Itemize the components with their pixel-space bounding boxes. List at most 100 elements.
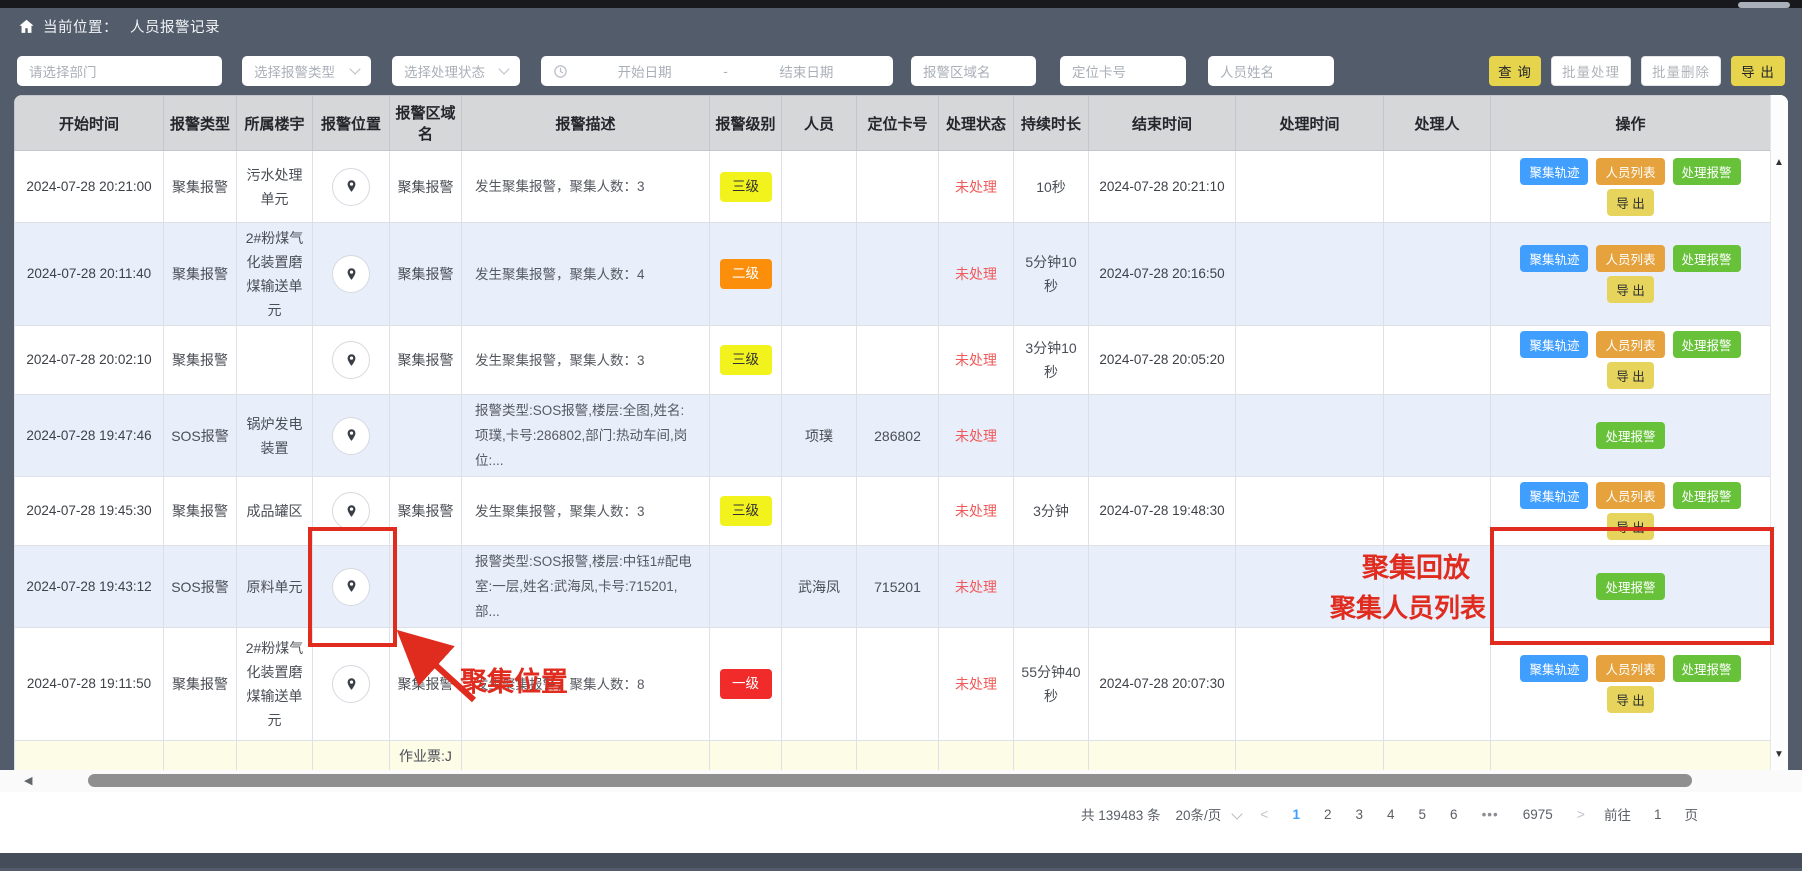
next-page-button[interactable]: > — [1573, 806, 1589, 822]
handle-status-select[interactable]: 选择处理状态 — [392, 56, 520, 86]
track-action-button[interactable]: 聚集轨迹 — [1520, 482, 1588, 509]
cell-handler — [1384, 326, 1491, 395]
goto-prefix: 前往 — [1604, 804, 1631, 824]
cell-building: 原料单元 — [237, 546, 313, 628]
cell-handle-status: 未处理 — [939, 223, 1014, 326]
area-name-input[interactable]: 报警区域名 — [911, 56, 1036, 86]
handle-action-button[interactable]: 处理报警 — [1673, 158, 1741, 185]
cell-card-number — [857, 326, 939, 395]
filter-bar: 请选择部门 选择报警类型 选择处理状态 开始日期 - 结束日期 报警区域名 定位… — [17, 56, 1785, 86]
cell-start-time: 2024-07-28 18:52:40 — [15, 741, 164, 771]
horizontal-scrollbar-thumb[interactable] — [88, 774, 1692, 787]
scroll-left-icon[interactable]: ◀ — [24, 774, 32, 787]
table-row: 2024-07-28 19:45:30聚集报警成品罐区聚集报警发生聚集报警，聚集… — [15, 477, 1771, 546]
cell-alarm-location — [313, 477, 390, 546]
query-button[interactable]: 查 询 — [1489, 56, 1541, 86]
home-icon[interactable] — [18, 18, 35, 35]
department-input[interactable]: 请选择部门 — [17, 56, 222, 86]
page-number-5[interactable]: 5 — [1414, 807, 1432, 822]
scroll-down-icon[interactable]: ▼ — [1774, 749, 1784, 760]
track-action-button[interactable]: 聚集轨迹 — [1520, 331, 1588, 358]
cell-handle-time — [1236, 326, 1384, 395]
prev-page-button[interactable]: < — [1256, 806, 1272, 822]
handle-action-button[interactable]: 处理报警 — [1673, 482, 1741, 509]
person-name-input[interactable]: 人员姓名 — [1208, 56, 1334, 86]
handle-action-button[interactable]: 处理报警 — [1596, 422, 1664, 449]
page-number-3[interactable]: 3 — [1351, 807, 1369, 822]
cell-card-number: 715201 — [857, 546, 939, 628]
table-row: 2024-07-28 18:52:40超员报警合成水处理单元作业票:JGJXN2… — [15, 741, 1771, 771]
export-action-button[interactable]: 导 出 — [1607, 513, 1653, 540]
export-action-button[interactable]: 导 出 — [1607, 362, 1653, 389]
cell-actions: 聚集轨迹人员列表处理报警导 出 — [1491, 223, 1771, 326]
scroll-up-icon[interactable]: ▲ — [1774, 157, 1784, 168]
cell-building: 成品罐区 — [237, 477, 313, 546]
vertical-scrollbar[interactable]: ▲ ▼ — [1770, 95, 1788, 770]
cell-alarm-desc: 报警类型:超员报警,楼层:全图,报警区域名:作业票:JGJXN202407280… — [462, 741, 710, 771]
cell-person — [782, 223, 857, 326]
department-placeholder: 请选择部门 — [29, 61, 97, 81]
handle-action-button[interactable]: 处理报警 — [1596, 573, 1664, 600]
page-number-6[interactable]: 6 — [1445, 807, 1463, 822]
cell-actions: 聚集轨迹人员列表处理报警导 出 — [1491, 477, 1771, 546]
cell-alarm-level — [710, 395, 782, 477]
cell-building: 锅炉发电装置 — [237, 395, 313, 477]
list-action-button[interactable]: 人员列表 — [1596, 245, 1664, 272]
table-row: 2024-07-28 20:02:10聚集报警聚集报警发生聚集报警，聚集人数：3… — [15, 326, 1771, 395]
cell-area-name: 聚集报警 — [390, 477, 462, 546]
cell-handle-time — [1236, 741, 1384, 771]
table-row: 2024-07-28 20:11:40聚集报警2#粉煤气化装置磨煤输送单元聚集报… — [15, 223, 1771, 326]
cell-duration — [1014, 546, 1089, 628]
location-pin-icon[interactable] — [332, 417, 370, 455]
cell-alarm-level: 三级 — [710, 326, 782, 395]
cell-alarm-location — [313, 395, 390, 477]
location-pin-icon[interactable] — [332, 341, 370, 379]
track-action-button[interactable]: 聚集轨迹 — [1520, 245, 1588, 272]
handle-action-button[interactable]: 处理报警 — [1673, 245, 1741, 272]
export-action-button[interactable]: 导 出 — [1607, 686, 1653, 713]
page-size-select[interactable]: 20条/页 — [1176, 804, 1242, 824]
location-pin-icon[interactable] — [332, 255, 370, 293]
cell-start-time: 2024-07-28 19:47:46 — [15, 395, 164, 477]
cell-handle-status: 未处理 — [939, 546, 1014, 628]
table-row: 2024-07-28 19:11:50聚集报警2#粉煤气化装置磨煤输送单元聚集报… — [15, 628, 1771, 741]
page-number-2[interactable]: 2 — [1319, 807, 1337, 822]
cell-end-time: 2024-07-28 20:21:10 — [1089, 151, 1236, 223]
export-action-button[interactable]: 导 出 — [1607, 189, 1653, 216]
location-pin-icon[interactable] — [332, 665, 370, 703]
table-header-row: 开始时间报警类型所属楼宇报警位置报警区域名报警描述报警级别人员定位卡号处理状态持… — [15, 96, 1771, 151]
horizontal-scrollbar[interactable]: ◀ — [0, 770, 1802, 792]
cell-handle-time — [1236, 477, 1384, 546]
handle-action-button[interactable]: 处理报警 — [1673, 655, 1741, 682]
cell-alarm-level: 三级 — [710, 151, 782, 223]
goto-page-input[interactable]: 1 — [1646, 807, 1670, 822]
list-action-button[interactable]: 人员列表 — [1596, 331, 1664, 358]
cell-building: 2#粉煤气化装置磨煤输送单元 — [237, 628, 313, 741]
track-action-button[interactable]: 聚集轨迹 — [1520, 158, 1588, 185]
batch-handle-button[interactable]: 批量处理 — [1551, 56, 1631, 86]
track-action-button[interactable]: 聚集轨迹 — [1520, 655, 1588, 682]
page-number-1[interactable]: 1 — [1287, 807, 1305, 822]
batch-delete-button[interactable]: 批量删除 — [1641, 56, 1721, 86]
list-action-button[interactable]: 人员列表 — [1596, 482, 1664, 509]
list-action-button[interactable]: 人员列表 — [1596, 655, 1664, 682]
column-header-building: 所属楼宇 — [237, 96, 313, 151]
location-pin-icon[interactable] — [332, 568, 370, 606]
card-number-input[interactable]: 定位卡号 — [1060, 56, 1186, 86]
page-number-4[interactable]: 4 — [1382, 807, 1400, 822]
cell-actions: 聚集轨迹人员列表处理报警导 出 — [1491, 628, 1771, 741]
cell-duration: 17秒 — [1014, 741, 1089, 771]
cell-alarm-desc: 发生聚集报警，聚集人数：8 — [462, 628, 710, 741]
location-pin-icon[interactable] — [332, 492, 370, 530]
list-action-button[interactable]: 人员列表 — [1596, 158, 1664, 185]
export-action-button[interactable]: 导 出 — [1607, 276, 1653, 303]
page-number-6975[interactable]: 6975 — [1518, 807, 1558, 822]
more-pages-icon[interactable]: ••• — [1477, 807, 1504, 822]
column-header-start_time: 开始时间 — [15, 96, 164, 151]
app-window: 当前位置： 人员报警记录 请选择部门 选择报警类型 选择处理状态 开始日期 - … — [0, 0, 1802, 871]
date-range-input[interactable]: 开始日期 - 结束日期 — [541, 56, 893, 86]
handle-action-button[interactable]: 处理报警 — [1673, 331, 1741, 358]
location-pin-icon[interactable] — [332, 168, 370, 206]
alarm-type-select[interactable]: 选择报警类型 — [242, 56, 371, 86]
export-button[interactable]: 导 出 — [1731, 56, 1785, 86]
